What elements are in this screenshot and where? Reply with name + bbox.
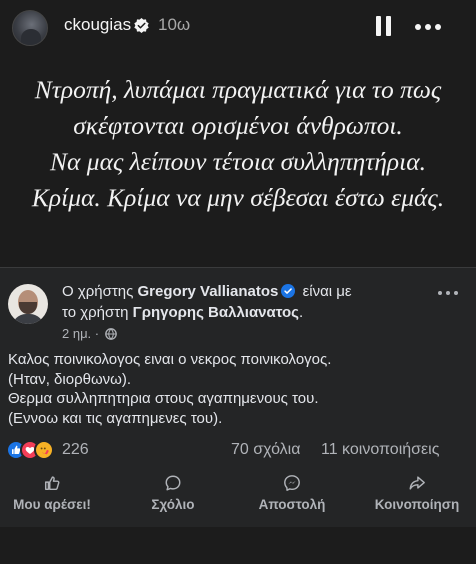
- header-text: είναι με: [302, 283, 352, 300]
- post-time[interactable]: 2 ημ. ·: [62, 326, 99, 341]
- like-button[interactable]: Μου αρέσει!: [2, 474, 102, 514]
- share-label: Κοινοποίηση: [374, 497, 460, 512]
- story-line: σκέφτονται ορισμένοι άνθρωποι.: [73, 111, 403, 140]
- story-line: Ντροπή, λυπάμαι πραγματικά για το πως: [34, 75, 442, 104]
- post-more-icon[interactable]: [438, 291, 460, 295]
- story-line: Κρίμα. Κρίμα να μην σέβεσαι έστω εμάς.: [31, 183, 445, 212]
- thumbs-up-icon: [44, 476, 60, 491]
- share-button[interactable]: Κοινοποίηση: [360, 474, 474, 514]
- care-reaction-icon: [34, 440, 54, 460]
- post-body-line: Καλος ποινικολογος ειναι ο νεκρος ποινικ…: [8, 351, 332, 368]
- author-name[interactable]: Gregory Vallianatos: [138, 283, 279, 300]
- shares-count[interactable]: 11 κοινοποιήσεις: [321, 441, 439, 459]
- facebook-post-card: Ο χρήστης Gregory Vallianatos είναι με τ…: [0, 267, 476, 527]
- share-arrow-icon: [409, 476, 425, 490]
- author-avatar[interactable]: [8, 284, 48, 324]
- send-button[interactable]: Αποστολή: [246, 474, 338, 514]
- story-username[interactable]: ckougias: [64, 15, 131, 35]
- comment-button[interactable]: Σχόλιο: [128, 474, 218, 514]
- like-label: Μου αρέσει!: [13, 497, 91, 512]
- story-caption: Ντροπή, λυπάμαι πραγματικά για το πως σκ…: [0, 72, 476, 216]
- post-header-line1: Ο χρήστης Gregory Vallianatos είναι με: [62, 283, 352, 300]
- globe-icon: [104, 328, 117, 340]
- story-avatar[interactable]: [12, 10, 48, 46]
- header-text: Ο χρήστης: [62, 283, 134, 300]
- post-meta: 2 ημ. ·: [62, 326, 117, 341]
- post-body: Καλος ποινικολογος ειναι ο νεκρος ποινικ…: [8, 350, 331, 428]
- messenger-icon: [284, 475, 300, 491]
- verified-icon: [134, 18, 149, 33]
- post-body-line: (Εννοω και τις αγαπημενες του).: [8, 409, 223, 427]
- header-text: .: [298, 304, 304, 321]
- story-header: ckougias 10ω: [0, 0, 476, 56]
- post-body-line: (Ηταν, διορθωνω).: [8, 370, 132, 388]
- story-time: 10ω: [158, 15, 191, 34]
- comments-count[interactable]: 70 σχόλια: [231, 441, 300, 459]
- tagged-user[interactable]: Γρηγορης Βαλλιανατος: [133, 304, 299, 321]
- post-header-line2: το χρήστη Γρηγορης Βαλλιανατος.: [62, 304, 303, 321]
- send-label: Αποστολή: [258, 497, 326, 512]
- verified-icon: [281, 284, 296, 298]
- reaction-count[interactable]: 226: [62, 441, 89, 459]
- story-line: Να μας λείπουν τέτοια συλληπητήρια.: [50, 147, 426, 176]
- header-text: το χρήστη: [62, 304, 129, 321]
- pause-icon[interactable]: [376, 16, 392, 36]
- post-body-line: Θερμα συλληπητηρια στους αγαπημενους του…: [8, 390, 319, 407]
- comment-icon: [165, 475, 181, 491]
- comment-label: Σχόλιο: [151, 497, 195, 512]
- more-options-icon[interactable]: [415, 24, 441, 30]
